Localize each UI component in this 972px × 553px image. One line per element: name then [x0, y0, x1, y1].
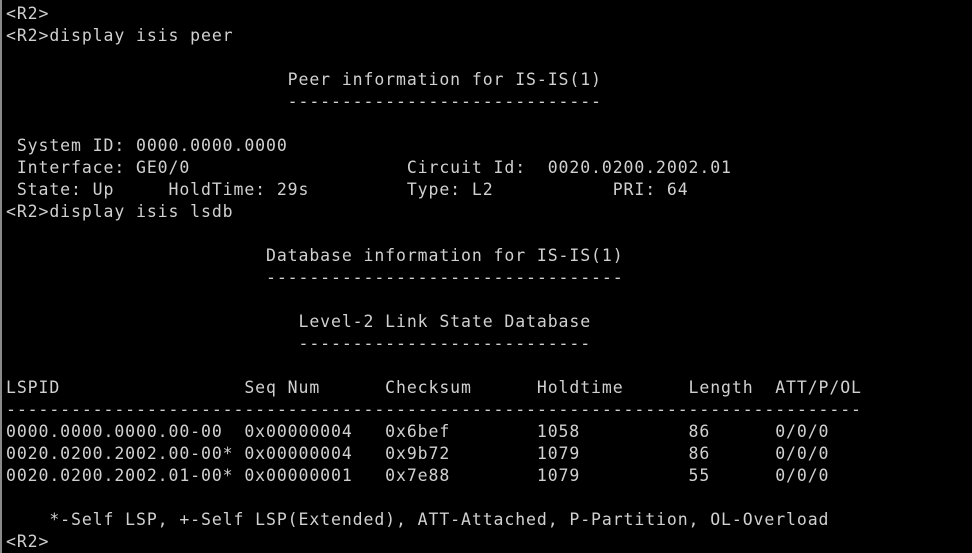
lsdb-legend: *-Self LSP, +-Self LSP(Extended), ATT-At…	[6, 510, 830, 529]
peer-info-underline: -----------------------------	[6, 92, 602, 111]
level2-lsdb-heading: Level-2 Link State Database	[6, 312, 592, 331]
command-display-isis-lsdb: <R2>display isis lsdb	[6, 202, 234, 221]
table-row: 0020.0200.2002.00-00* 0x00000004 0x9b72 …	[6, 444, 830, 463]
table-row: 0020.0200.2002.01-00* 0x00000001 0x7e88 …	[6, 466, 830, 485]
command-display-isis-peer: <R2>display isis peer	[6, 26, 234, 45]
lsdb-table-separator: ----------------------------------------…	[6, 400, 862, 419]
peer-state-holdtime: State: Up HoldTime: 29s Type: L2 PRI: 64	[6, 180, 689, 199]
database-info-heading: Database information for IS-IS(1)	[6, 246, 624, 265]
peer-interface-circuit: Interface: GE0/0 Circuit Id: 0020.0200.2…	[6, 158, 732, 177]
terminal-window[interactable]: <R2> <R2>display isis peer Peer informati…	[0, 0, 972, 553]
peer-system-id: System ID: 0000.0000.0000	[6, 136, 288, 155]
database-info-underline: ---------------------------------	[6, 268, 624, 287]
peer-info-heading: Peer information for IS-IS(1)	[6, 70, 602, 89]
terminal-output[interactable]: <R2> <R2>display isis peer Peer informati…	[6, 3, 862, 553]
lsdb-table-header: LSPID Seq Num Checksum Holdtime Length A…	[6, 378, 862, 397]
prompt-line: <R2>	[6, 4, 50, 23]
window-left-border	[0, 0, 2, 553]
level2-lsdb-underline: ---------------------------	[6, 334, 592, 353]
table-row: 0000.0000.0000.00-00 0x00000004 0x6bef 1…	[6, 422, 830, 441]
prompt-line: <R2>	[6, 532, 50, 551]
